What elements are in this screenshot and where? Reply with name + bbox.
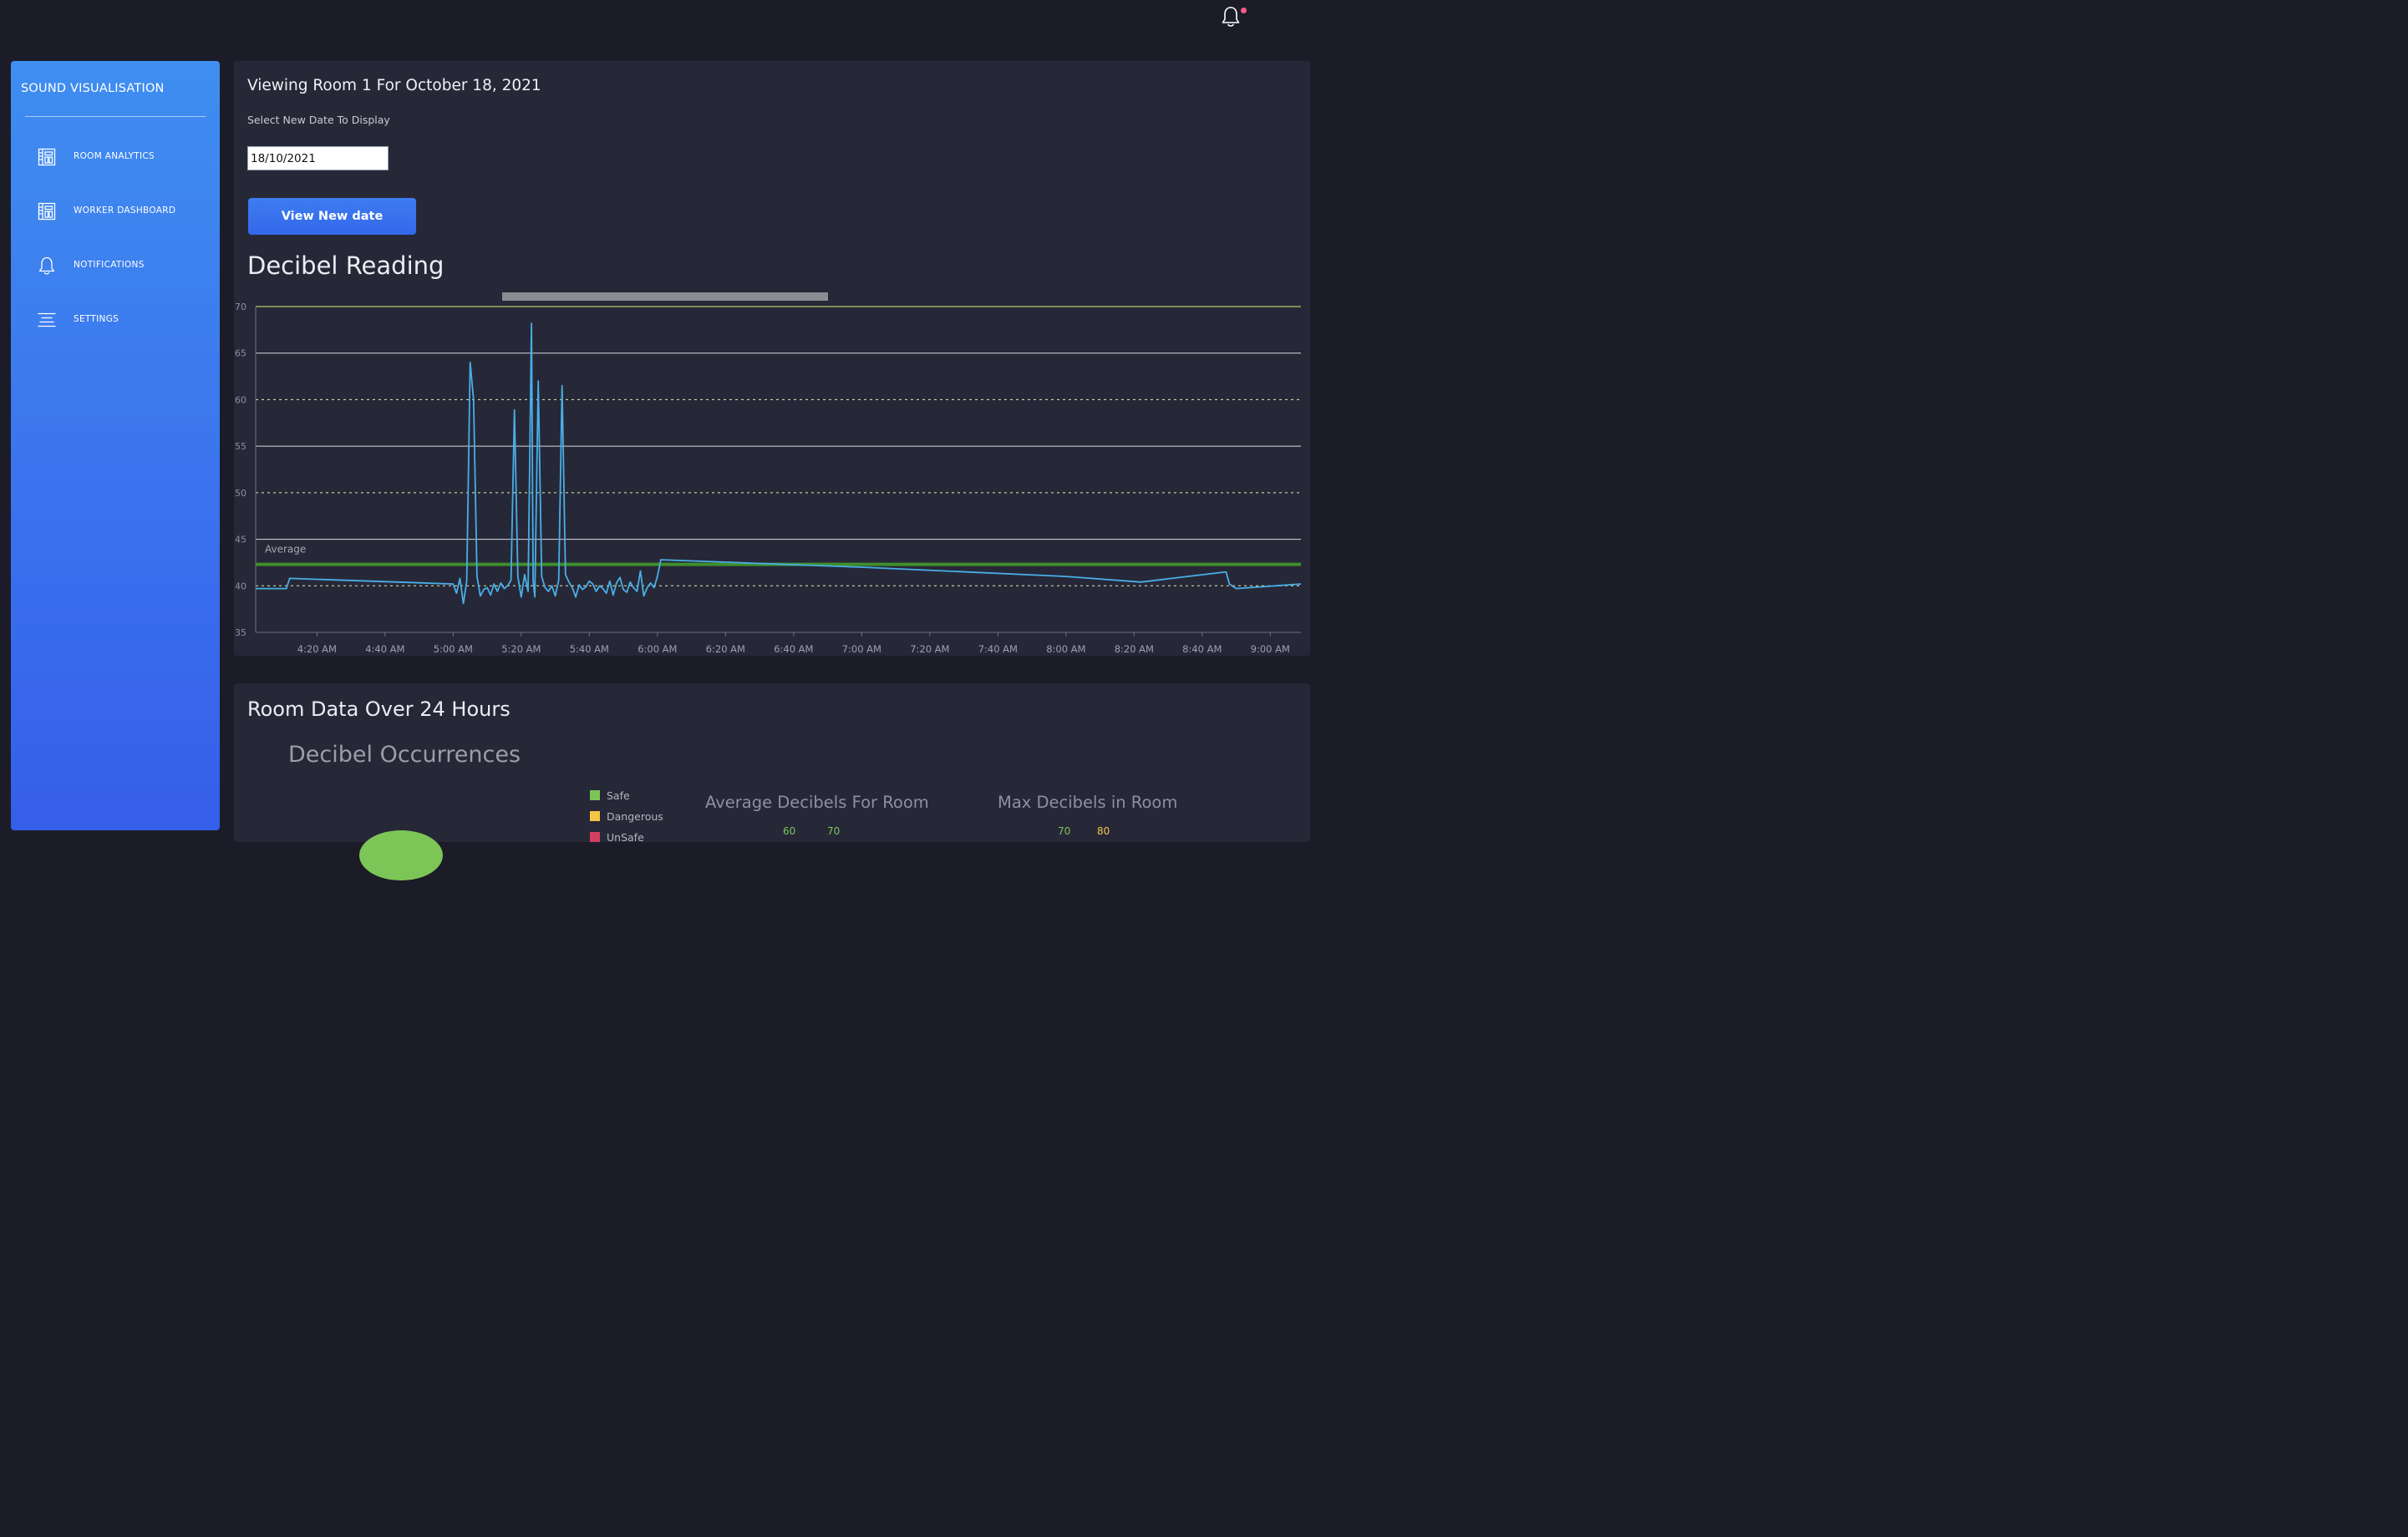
section-title: Room Data Over 24 Hours (247, 697, 511, 721)
x-tick-label: 4:20 AM (297, 643, 337, 654)
x-tick-label: 5:20 AM (501, 643, 541, 654)
legend-swatch-dangerous (590, 811, 600, 821)
settings-lines-icon (38, 312, 56, 327)
legend-label: UnSafe (607, 831, 644, 844)
legend-item: Dangerous (590, 810, 663, 823)
occurrences-title: Decibel Occurrences (288, 742, 521, 768)
x-tick-label: 6:20 AM (706, 643, 745, 654)
legend-label: Safe (607, 789, 630, 802)
x-tick-label: 5:40 AM (570, 643, 609, 654)
page-title: Viewing Room 1 For October 18, 2021 (247, 77, 541, 94)
legend-item: UnSafe (590, 831, 644, 844)
average-decibels-title: Average Decibels For Room (705, 793, 929, 812)
sidebar-item-notifications[interactable]: NOTIFICATIONS (11, 251, 220, 282)
dashboard-layout-icon (38, 202, 56, 221)
y-tick-label: 70 (235, 302, 246, 312)
max-decibels-title: Max Decibels in Room (998, 793, 1178, 812)
dashboard-layout-icon (38, 148, 56, 166)
brand-title: SOUND VISUALISATION (21, 82, 165, 95)
decibel-chart: 35 40 45 50 55 60 65 70 4:20 AM 4:40 AM 5:00 AM 5:2… (235, 292, 1302, 654)
x-tick-label: 5:00 AM (434, 643, 473, 654)
x-tick-label: 8:20 AM (1115, 643, 1154, 654)
sidebar-item-settings[interactable]: SETTINGS (11, 306, 220, 336)
y-tick-label: 50 (235, 488, 246, 499)
room-data-card: Room Data Over 24 Hours Decibel Occurren… (234, 683, 1310, 880)
date-input[interactable] (247, 146, 389, 170)
x-tick-label: 8:40 AM (1182, 643, 1222, 654)
legend-label: Dangerous (607, 810, 663, 823)
legend-item: Safe (590, 789, 630, 802)
x-tick-label: 6:00 AM (638, 643, 677, 654)
x-tick-label: 9:00 AM (1251, 643, 1290, 654)
room-view-card: Viewing Room 1 For October 18, 2021 Sele… (234, 61, 1310, 656)
gauge-tick-label: 70 (1058, 825, 1071, 837)
y-tick-label: 55 (235, 441, 246, 452)
bell-icon[interactable] (1220, 5, 1242, 28)
sidebar-item-label: SETTINGS (74, 314, 119, 324)
gauge-tick-label: 70 (827, 825, 841, 837)
occurrences-pie-chart (359, 830, 443, 880)
sidebar-item-room-analytics[interactable]: ROOM ANALYTICS (11, 143, 220, 173)
sidebar-item-label: NOTIFICATIONS (74, 260, 145, 270)
sidebar-item-label: ROOM ANALYTICS (74, 151, 155, 161)
x-tick-label: 7:40 AM (978, 643, 1018, 654)
date-caption: Select New Date To Display (247, 114, 390, 126)
y-tick-label: 35 (235, 627, 246, 638)
y-tick-label: 65 (235, 348, 246, 359)
y-tick-label: 45 (235, 535, 246, 545)
bell-icon (38, 256, 55, 275)
notification-badge (1241, 8, 1247, 13)
x-tick-label: 7:00 AM (842, 643, 881, 654)
y-tick-label: 40 (235, 581, 246, 591)
divider (25, 116, 206, 117)
x-tick-label: 7:20 AM (910, 643, 949, 654)
x-tick-label: 6:40 AM (774, 643, 813, 654)
sidebar-item-worker-dashboard[interactable]: WORKER DASHBOARD (11, 197, 220, 227)
view-new-date-button[interactable]: View New date (248, 198, 416, 235)
x-tick-label: 8:00 AM (1046, 643, 1085, 654)
gauge-tick-label: 80 (1097, 825, 1110, 837)
sidebar-item-label: WORKER DASHBOARD (74, 205, 176, 216)
decibel-series-line (256, 322, 1302, 605)
chart-title: Decibel Reading (247, 251, 445, 280)
y-tick-label: 60 (235, 394, 246, 405)
top-bar (0, 0, 1310, 50)
legend-swatch-safe (590, 790, 600, 800)
chart-scroll-handle[interactable] (502, 292, 828, 301)
gauge-tick-label: 60 (783, 825, 796, 837)
sidebar: SOUND VISUALISATION ROOM ANALYTICS WORKE… (11, 61, 220, 830)
legend-swatch-unsafe (590, 832, 600, 842)
x-tick-label: 4:40 AM (365, 643, 404, 654)
average-label: Average (265, 544, 306, 555)
